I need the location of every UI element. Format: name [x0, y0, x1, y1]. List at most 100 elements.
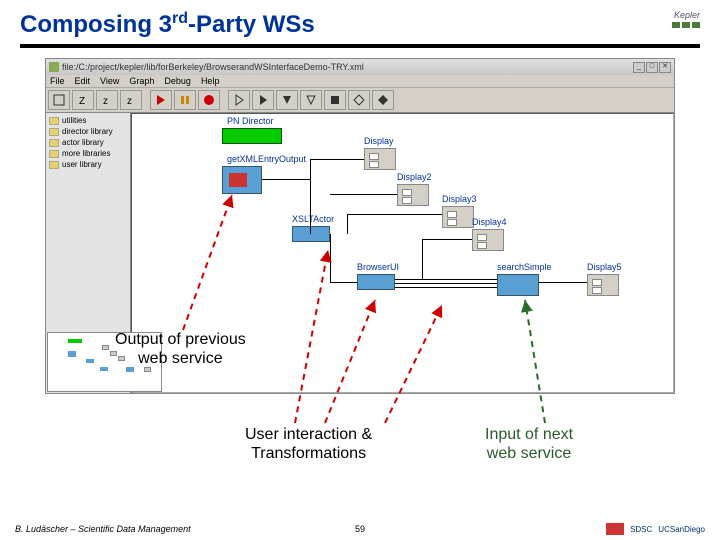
close-button[interactable]: ✕ [659, 62, 671, 73]
getxml-inner-icon [229, 173, 247, 187]
tb-btn-2[interactable] [252, 90, 274, 110]
search-label: searchSimple [497, 262, 552, 272]
display3-label: Display3 [442, 194, 477, 204]
sdsc-label: SDSC [630, 525, 652, 534]
wire [422, 239, 472, 240]
wire [347, 214, 348, 234]
display-label: Display [364, 136, 394, 146]
wire [422, 239, 423, 279]
display2-actor[interactable] [397, 184, 429, 206]
pn-director-actor[interactable] [222, 128, 282, 144]
ucsd-label: UCSanDiego [658, 525, 705, 534]
annotation-output-prev: Output of previous web service [115, 330, 246, 368]
wire [347, 214, 442, 215]
slide-footer: B. Ludäscher – Scientific Data Managemen… [0, 523, 720, 535]
display-actor[interactable] [364, 148, 396, 170]
toolbar: Z z z [46, 88, 674, 113]
sidebar-label: actor library [62, 138, 104, 147]
sidebar-item-actor-library[interactable]: actor library [48, 137, 128, 148]
folder-icon [49, 150, 59, 158]
annotation-input-next: Input of next web service [485, 425, 573, 463]
wire [395, 283, 497, 284]
display5-actor[interactable] [587, 274, 619, 296]
folder-icon [49, 117, 59, 125]
wire [395, 279, 497, 280]
slide-title: Composing 3rd-Party WSs [20, 10, 315, 39]
sidebar-label: user library [62, 160, 102, 169]
getxml-actor[interactable] [222, 166, 262, 194]
play-button[interactable] [150, 90, 172, 110]
stop-button[interactable] [198, 90, 220, 110]
sidebar-item-utilities[interactable]: utilities [48, 115, 128, 126]
browser-actor[interactable] [357, 274, 395, 290]
folder-icon [49, 128, 59, 136]
zoom-full-button[interactable] [48, 90, 70, 110]
header-rule [20, 44, 700, 48]
getxml-label: getXMLEntryOutput [227, 154, 306, 164]
pn-director-label: PN Director [227, 116, 274, 126]
sidebar-label: more libraries [62, 149, 110, 158]
mini-actor [100, 367, 108, 371]
svg-text:z: z [103, 96, 108, 106]
search-actor[interactable] [497, 274, 539, 296]
menu-debug[interactable]: Debug [164, 76, 191, 86]
wire [539, 282, 587, 283]
minimize-button[interactable]: _ [633, 62, 645, 73]
menubar: File Edit View Graph Debug Help [46, 75, 674, 88]
browser-label: BrowserUI [357, 262, 399, 272]
menu-help[interactable]: Help [201, 76, 220, 86]
mini-display [102, 345, 109, 350]
footer-logos: SDSC UCSanDiego [606, 523, 705, 535]
sidebar-item-user-library[interactable]: user library [48, 159, 128, 170]
titlebar: file:/C:/project/kepler/lib/forBerkeley/… [46, 59, 674, 75]
app-icon [49, 62, 59, 72]
title-super: rd [172, 10, 188, 27]
mini-actor [86, 359, 94, 363]
menu-view[interactable]: View [100, 76, 119, 86]
tb-btn-5[interactable] [324, 90, 346, 110]
sidebar-label: director library [62, 127, 113, 136]
annotation-user-interaction: User interaction & Transformations [245, 425, 372, 463]
tb-btn-1[interactable] [228, 90, 250, 110]
zoom-reset-button[interactable]: z [96, 90, 118, 110]
kepler-logo: Kepler [672, 10, 700, 28]
folder-icon [49, 161, 59, 169]
display2-label: Display2 [397, 172, 432, 182]
maximize-button[interactable]: □ [646, 62, 658, 73]
menu-edit[interactable]: Edit [75, 76, 91, 86]
pause-button[interactable] [174, 90, 196, 110]
wire [262, 179, 310, 180]
wire [330, 194, 397, 195]
wire [395, 287, 497, 288]
display4-actor[interactable] [472, 229, 504, 251]
menu-graph[interactable]: Graph [129, 76, 154, 86]
tb-btn-3[interactable] [276, 90, 298, 110]
folder-icon [49, 139, 59, 147]
xslt-actor[interactable] [292, 226, 330, 242]
menu-file[interactable]: File [50, 76, 65, 86]
wire [310, 159, 364, 160]
tb-btn-4[interactable] [300, 90, 322, 110]
sdsc-logo [606, 523, 624, 535]
wire [330, 234, 331, 282]
display3-actor[interactable] [442, 206, 474, 228]
display4-label: Display4 [472, 217, 507, 227]
mini-director [68, 339, 82, 343]
footer-author: B. Ludäscher – Scientific Data Managemen… [15, 524, 191, 534]
kepler-label: Kepler [672, 10, 700, 20]
wire [310, 159, 311, 234]
mini-actor [68, 351, 76, 357]
sidebar-item-director-library[interactable]: director library [48, 126, 128, 137]
title-suffix: -Party WSs [188, 11, 315, 38]
footer-page-number: 59 [355, 524, 365, 534]
tb-btn-7[interactable] [372, 90, 394, 110]
svg-text:z: z [127, 96, 132, 106]
sidebar-label: utilities [62, 116, 86, 125]
window-path: file:/C:/project/kepler/lib/forBerkeley/… [62, 62, 364, 72]
zoom-out-button[interactable]: z [120, 90, 142, 110]
zoom-in-button[interactable]: Z [72, 90, 94, 110]
tb-btn-6[interactable] [348, 90, 370, 110]
sidebar-item-more-libraries[interactable]: more libraries [48, 148, 128, 159]
title-prefix: Composing 3 [20, 11, 172, 38]
wire [330, 282, 357, 283]
